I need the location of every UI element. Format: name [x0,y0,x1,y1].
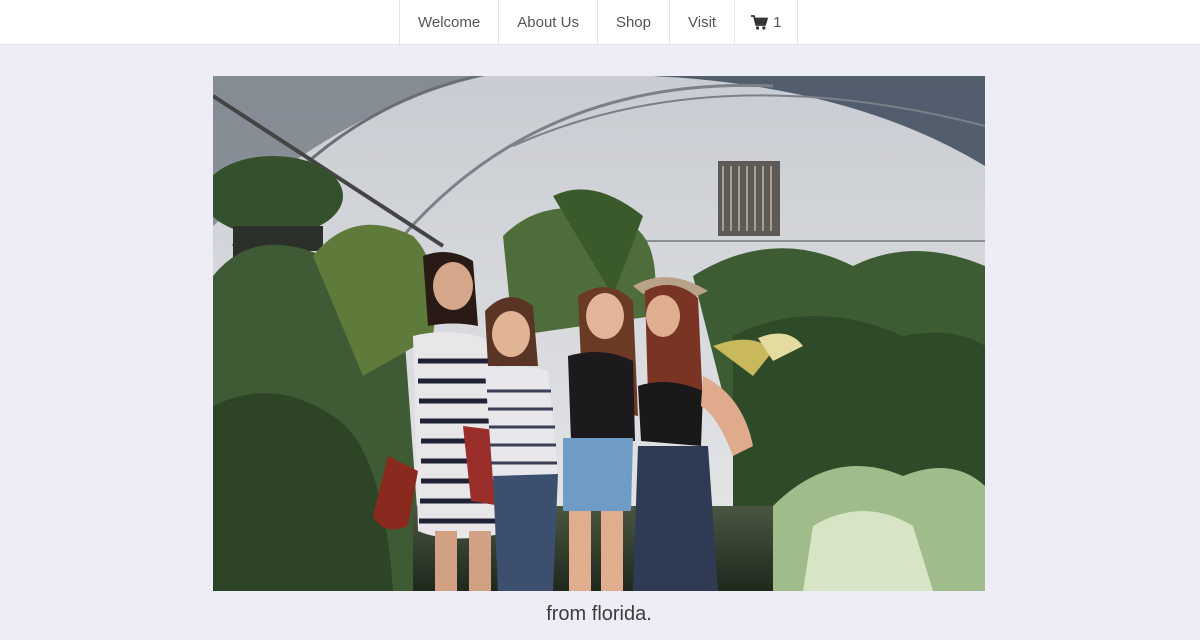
nav-item-about-us[interactable]: About Us [499,0,598,44]
nav-item-label: About Us [517,13,579,31]
nav-item-label: Visit [688,13,717,31]
nav-menu: Welcome About Us Shop Visit 1 [399,0,799,44]
nav-item-cart[interactable]: 1 [735,0,799,44]
nav-item-label: Shop [615,13,651,31]
shopping-cart-icon [751,14,768,30]
nav-item-label: Welcome [418,13,481,31]
hero-caption: from florida. [546,603,652,625]
nav-item-welcome[interactable]: Welcome [400,0,500,44]
nav-item-shop[interactable]: Shop [598,0,670,44]
top-navbar: Welcome About Us Shop Visit 1 [0,0,1200,45]
cart-count: 1 [773,13,782,31]
nav-item-visit[interactable]: Visit [670,0,736,44]
hero-image [213,76,985,591]
